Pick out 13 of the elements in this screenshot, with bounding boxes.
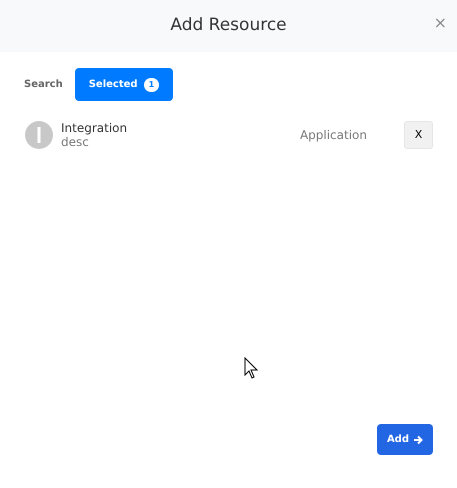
- modal-title: Add Resource: [170, 14, 287, 38]
- tab[interactable]: Selected 1: [74, 68, 174, 101]
- mouse-pointer-icon: [244, 357, 260, 381]
- resource-name: Integration: [61, 121, 128, 136]
- avatar-icon: [25, 121, 53, 150]
- count-badge: 1: [144, 78, 160, 92]
- tab[interactable]: Search: [16, 68, 71, 101]
- arrow-right-icon: [413, 434, 423, 444]
- remove-button[interactable]: X: [404, 121, 433, 150]
- resource-type: Application: [300, 127, 367, 144]
- add-button[interactable]: Add: [376, 424, 433, 455]
- resource-description: desc: [61, 135, 90, 150]
- close-button[interactable]: ×: [432, 15, 449, 31]
